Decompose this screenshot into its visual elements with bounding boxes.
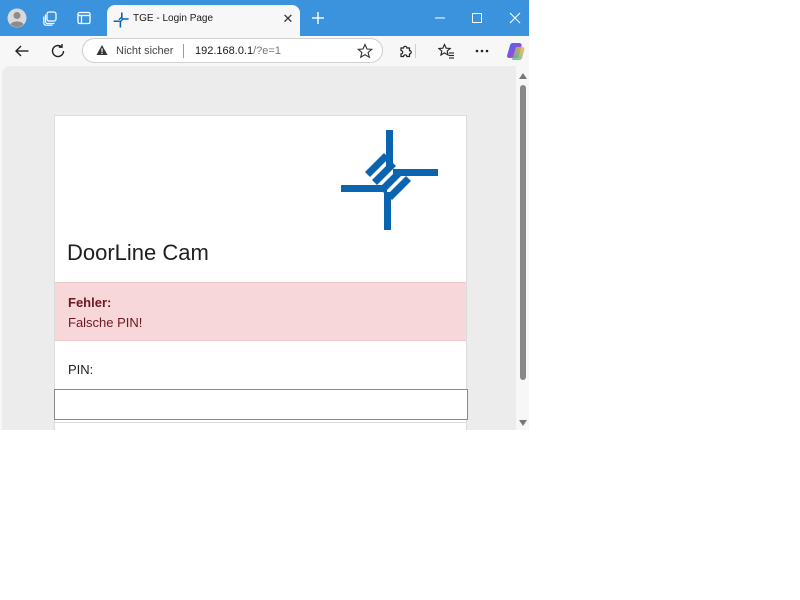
maximize-icon[interactable] bbox=[465, 6, 489, 30]
card-divider bbox=[55, 422, 466, 423]
warning-icon[interactable] bbox=[96, 44, 108, 56]
browser-window: TGE - Login Page ✕ Nicht sicher 192.168.… bbox=[0, 0, 529, 430]
alert-message: Falsche PIN! bbox=[68, 315, 143, 330]
page-viewport: DoorLine Cam Fehler: Falsche PIN! PIN: bbox=[2, 66, 516, 430]
minimize-icon[interactable] bbox=[428, 6, 452, 30]
scroll-thumb[interactable] bbox=[520, 85, 526, 380]
close-icon[interactable] bbox=[503, 6, 527, 30]
tab-active[interactable]: TGE - Login Page ✕ bbox=[107, 5, 300, 36]
alert-title: Fehler: bbox=[68, 295, 112, 310]
scroll-up-arrow-icon[interactable] bbox=[519, 73, 527, 79]
address-bar[interactable]: Nicht sicher 192.168.0.1/?e=1 bbox=[82, 38, 383, 63]
toolbar-divider bbox=[415, 44, 416, 58]
more-icon[interactable] bbox=[470, 39, 494, 63]
plus-icon[interactable] bbox=[308, 8, 328, 28]
error-alert: Fehler: Falsche PIN! bbox=[55, 282, 466, 341]
tab-actions-icon[interactable] bbox=[72, 6, 96, 30]
tge-favicon-icon bbox=[113, 12, 129, 28]
page-title: DoorLine Cam bbox=[67, 240, 209, 265]
tab-title: TGE - Login Page bbox=[133, 13, 214, 24]
navigation-toolbar: Nicht sicher 192.168.0.1/?e=1 bbox=[0, 36, 529, 66]
page-scrollbar[interactable] bbox=[516, 66, 529, 430]
star-icon[interactable] bbox=[357, 43, 373, 59]
tge-logo bbox=[341, 130, 438, 230]
copilot-icon[interactable] bbox=[504, 39, 528, 63]
scroll-down-arrow-icon[interactable] bbox=[519, 420, 527, 426]
favorites-list-icon[interactable] bbox=[434, 39, 458, 63]
back-arrow-icon[interactable] bbox=[10, 39, 34, 63]
pin-input[interactable] bbox=[54, 389, 468, 420]
address-divider bbox=[183, 44, 184, 58]
profile-avatar-icon[interactable] bbox=[5, 6, 29, 30]
url-host: 192.168.0.1 bbox=[195, 45, 254, 57]
close-tab-icon[interactable]: ✕ bbox=[281, 12, 295, 26]
refresh-icon[interactable] bbox=[46, 39, 70, 63]
login-card: DoorLine Cam Fehler: Falsche PIN! PIN: bbox=[54, 115, 468, 430]
workspaces-icon[interactable] bbox=[38, 6, 62, 30]
tab-strip: TGE - Login Page ✕ bbox=[0, 0, 529, 36]
url-text[interactable]: 192.168.0.1/?e=1 bbox=[195, 45, 281, 57]
pin-label: PIN: bbox=[68, 362, 94, 377]
security-label[interactable]: Nicht sicher bbox=[116, 45, 173, 57]
url-path: /?e=1 bbox=[253, 45, 281, 57]
